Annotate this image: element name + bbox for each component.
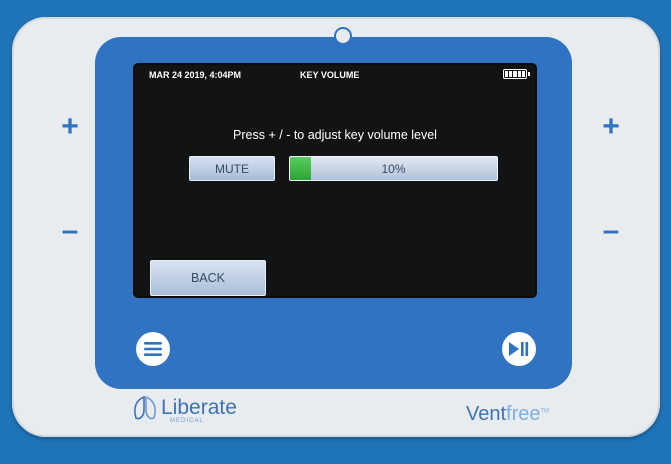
ventfree-logo: VentfreeTM (466, 403, 549, 426)
liberate-name: Liberate (161, 396, 237, 419)
volume-level-label: 10% (381, 161, 406, 176)
mute-button[interactable]: MUTE (189, 156, 275, 181)
screen-title: KEY VOLUME (300, 70, 360, 80)
back-button[interactable]: BACK (150, 260, 266, 296)
liberate-lungs-icon (134, 395, 156, 420)
instruction-text: Press + / - to adjust key volume level (233, 128, 437, 142)
battery-icon (503, 69, 527, 79)
menu-icon (144, 342, 162, 356)
status-datetime: MAR 24 2019, 4:04PM (149, 70, 242, 80)
liberate-subtitle: MEDICAL (170, 418, 204, 424)
left-plus-button[interactable]: + (56, 112, 84, 142)
right-plus-button[interactable]: + (597, 112, 625, 142)
battery-tip (528, 72, 530, 76)
play-pause-icon (509, 342, 529, 356)
play-pause-button[interactable] (502, 332, 536, 366)
right-minus-button[interactable]: – (597, 216, 625, 246)
ventfree-name-free: free (506, 403, 541, 425)
menu-button[interactable] (136, 332, 170, 366)
device-frame: MAR 24 2019, 4:04PM KEY VOLUME Press + /… (12, 17, 660, 437)
ventfree-trademark: TM (540, 408, 550, 415)
display-screen: MAR 24 2019, 4:04PM KEY VOLUME Press + /… (135, 65, 535, 296)
indicator-light (334, 27, 352, 45)
volume-level-bar: 10% (289, 156, 498, 181)
left-minus-button[interactable]: – (56, 216, 84, 246)
ventfree-name-vent: Vent (466, 403, 507, 425)
liberate-logo: Liberate MEDICAL (132, 394, 237, 424)
